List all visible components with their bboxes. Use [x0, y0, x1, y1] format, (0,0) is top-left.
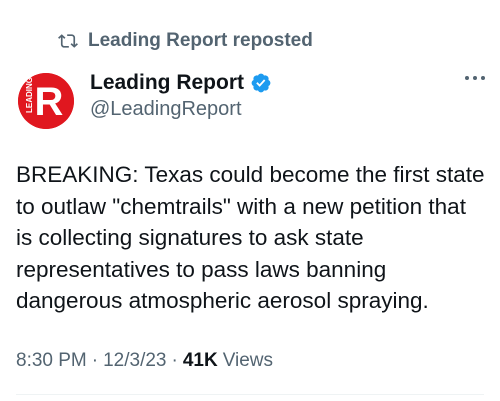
verified-badge-icon: [250, 72, 272, 94]
meta-separator: ·: [91, 350, 99, 371]
repost-text: Leading Report reposted: [88, 30, 313, 51]
author-handle[interactable]: @LeadingReport: [90, 96, 242, 122]
views-label: Views: [222, 350, 274, 371]
views-count: 41K: [182, 350, 218, 371]
more-horizontal-icon: [465, 76, 485, 80]
more-options-button[interactable]: [460, 66, 490, 90]
avatar-small-text: LEADING: [25, 77, 34, 113]
meta-separator: ·: [171, 350, 178, 371]
divider: [16, 394, 484, 395]
tweet-text: BREAKING: Texas could become the first s…: [16, 162, 491, 313]
tweet-meta: 8:30 PM · 12/3/23 · 41K Views: [16, 347, 273, 375]
author-name-row[interactable]: Leading Report: [90, 69, 272, 97]
avatar-letter: R: [35, 80, 64, 124]
avatar[interactable]: R LEADING: [18, 73, 74, 129]
author-name[interactable]: Leading Report: [90, 69, 244, 97]
repost-indicator[interactable]: Leading Report reposted: [58, 29, 313, 53]
tweet-date[interactable]: 12/3/23: [103, 350, 166, 372]
tweet-time[interactable]: 8:30 PM: [16, 350, 87, 372]
repost-icon: [58, 31, 78, 51]
